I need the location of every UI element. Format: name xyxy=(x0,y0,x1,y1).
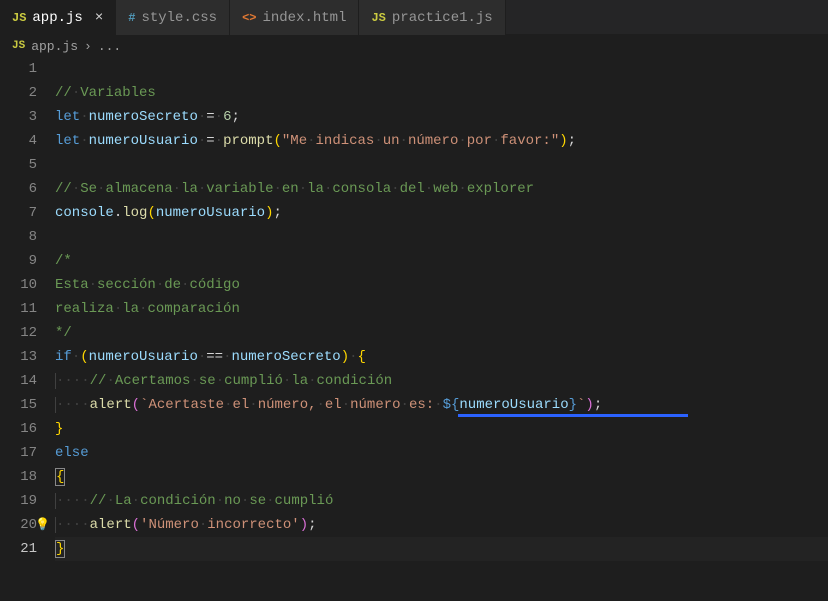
line-number: 6 xyxy=(0,177,37,201)
tab-practice1-js[interactable]: JS practice1.js xyxy=(359,0,505,35)
code-line[interactable] xyxy=(55,225,828,249)
code-line[interactable]: realiza·la·comparación xyxy=(55,297,828,321)
code-line[interactable]: if·(numeroUsuario·==·numeroSecreto)·{ xyxy=(55,345,828,369)
code-line[interactable]: } xyxy=(55,417,828,441)
code-line[interactable]: 💡····alert('Número·incorrecto'); xyxy=(55,513,828,537)
js-icon: JS xyxy=(371,11,385,25)
code-line[interactable]: //·Variables xyxy=(55,81,828,105)
line-number: 8 xyxy=(0,225,37,249)
line-number: 20 xyxy=(0,513,37,537)
tab-index-html[interactable]: <> index.html xyxy=(230,0,359,35)
tab-label: practice1.js xyxy=(392,10,493,26)
line-number: 11 xyxy=(0,297,37,321)
line-number: 4 xyxy=(0,129,37,153)
tab-app-js[interactable]: JS app.js × xyxy=(0,0,116,35)
code-line[interactable] xyxy=(55,153,828,177)
line-number: 21 xyxy=(0,537,37,561)
line-number: 2 xyxy=(0,81,37,105)
js-icon: JS xyxy=(12,40,25,52)
css-icon: # xyxy=(128,11,135,25)
tab-label: index.html xyxy=(262,10,346,26)
code-line[interactable]: Esta·sección·de·código xyxy=(55,273,828,297)
code-line[interactable] xyxy=(55,57,828,81)
code-line[interactable]: } xyxy=(55,537,828,561)
line-number: 16 xyxy=(0,417,37,441)
code-line[interactable]: else xyxy=(55,441,828,465)
code-line[interactable]: console.log(numeroUsuario); xyxy=(55,201,828,225)
html-icon: <> xyxy=(242,11,256,25)
line-number: 17 xyxy=(0,441,37,465)
line-number: 19 xyxy=(0,489,37,513)
close-icon[interactable]: × xyxy=(95,10,103,26)
code-line[interactable]: ····//·La·condición·no·se·cumplió xyxy=(55,489,828,513)
code-line[interactable]: //·Se·almacena·la·variable·en·la·consola… xyxy=(55,177,828,201)
code-line[interactable]: let·numeroUsuario·=·prompt("Me·indicas·u… xyxy=(55,129,828,153)
breadcrumb-file: app.js xyxy=(31,39,78,54)
chevron-right-icon: › xyxy=(84,39,92,54)
tab-label: app.js xyxy=(32,10,82,26)
tab-label: style.css xyxy=(141,10,217,26)
editor[interactable]: 123456789101112131415161718192021 //·Var… xyxy=(0,57,828,601)
line-number: 10 xyxy=(0,273,37,297)
tab-style-css[interactable]: # style.css xyxy=(116,0,230,35)
line-number: 13 xyxy=(0,345,37,369)
breadcrumb-more: ... xyxy=(98,39,121,54)
code-line[interactable]: ····//·Acertamos·se·cumplió·la·condición xyxy=(55,369,828,393)
line-number: 9 xyxy=(0,249,37,273)
tab-bar: JS app.js × # style.css <> index.html JS… xyxy=(0,0,828,35)
line-number: 7 xyxy=(0,201,37,225)
breadcrumb[interactable]: JS app.js › ... xyxy=(0,35,828,57)
lightbulb-icon[interactable]: 💡 xyxy=(35,513,50,537)
line-number: 3 xyxy=(0,105,37,129)
line-number: 15 xyxy=(0,393,37,417)
line-number: 1 xyxy=(0,57,37,81)
js-icon: JS xyxy=(12,11,26,25)
code-line[interactable]: */ xyxy=(55,321,828,345)
line-number: 14 xyxy=(0,369,37,393)
code-line[interactable]: { xyxy=(55,465,828,489)
line-number: 18 xyxy=(0,465,37,489)
code-line[interactable]: let·numeroSecreto·=·6; xyxy=(55,105,828,129)
code-line[interactable]: ····alert(`Acertaste·el·número,·el·númer… xyxy=(55,393,828,417)
code-line[interactable]: /* xyxy=(55,249,828,273)
code-area[interactable]: //·Variables let·numeroSecreto·=·6; let·… xyxy=(55,57,828,601)
line-number: 12 xyxy=(0,321,37,345)
line-number: 5 xyxy=(0,153,37,177)
